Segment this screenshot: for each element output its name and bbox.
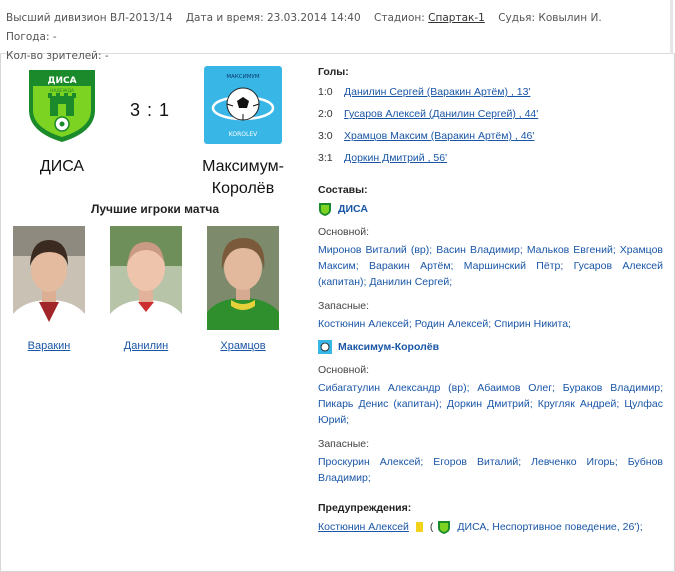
away-team-name[interactable]: Максимум- Королёв (188, 156, 298, 200)
warnings-title: Предупреждения: (318, 502, 412, 514)
disa-logo-text: ДИСА (47, 76, 76, 86)
stadium-label: Стадион: (374, 12, 425, 24)
best-players-title: Лучшие игроки матча (90, 202, 220, 216)
goal-row: 3:1 Доркин Дмитрий , 56' (318, 152, 663, 166)
maximum-mini-logo-icon (318, 340, 332, 354)
goal-scorer-link[interactable]: Данилин Сергей (Варакин Артём) , 13' (344, 86, 530, 98)
yellow-card-icon (415, 522, 423, 532)
referee-label: Судья: Ковылин И. (498, 12, 602, 24)
maximum-logo-icon[interactable]: МАКСИМУМ KOROLEV (204, 66, 282, 144)
home-subs-label: Запасные: (318, 300, 370, 312)
goal-score: 3:1 (318, 152, 333, 164)
warning-detail[interactable]: ДИСА, Неспортивное поведение, 26'); (457, 521, 642, 533)
away-team-name-line2: Королёв (211, 180, 275, 197)
warning-row: Костюнин Алексей ( ДИСА, Неспортивное по… (318, 520, 663, 534)
warning-player-link[interactable]: Костюнин Алексей (318, 521, 409, 533)
away-lineup-header[interactable]: Максимум-Королёв (318, 340, 663, 354)
away-lineup-team-name: Максимум-Королёв (338, 341, 440, 353)
best-player-name-2[interactable]: Данилин (107, 340, 185, 352)
away-team: МАКСИМУМ KOROLEV Максимум- Королёв (188, 66, 298, 200)
stadium-link[interactable]: Спартак-1 (428, 12, 485, 24)
goal-scorer-link[interactable]: Доркин Дмитрий , 56' (344, 152, 447, 164)
goal-score: 2:0 (318, 108, 333, 120)
goal-scorer-link[interactable]: Гусаров Алексей (Данилин Сергей) , 44' (344, 108, 538, 120)
disa-mini-logo-icon (318, 202, 332, 216)
goals-title: Голы: (318, 66, 349, 78)
maximum-logo-bottom: KOROLEV (229, 131, 258, 138)
home-team-name[interactable]: ДИСА (22, 156, 102, 178)
home-main-label: Основной: (318, 226, 370, 238)
match-score: 3 : 1 (129, 100, 171, 120)
best-player-name-3[interactable]: Храмцов (204, 340, 282, 352)
goal-score: 1:0 (318, 86, 333, 98)
weather-label: Погода: - (6, 31, 57, 43)
away-team-name-line1: Максимум- (202, 158, 284, 175)
best-player-3[interactable]: Храмцов (204, 226, 282, 352)
away-main-label: Основной: (318, 364, 370, 376)
player-photo-varakin[interactable] (13, 226, 85, 330)
best-player-1[interactable]: Варакин (10, 226, 88, 352)
home-team: ДИСА НАДЕЖДА ДИСА (22, 66, 102, 178)
away-subs-players[interactable]: Проскурин Алексей; Егоров Виталий; Левче… (318, 454, 663, 486)
goal-score: 3:0 (318, 130, 333, 142)
datetime-label: Дата и время: 23.03.2014 14:40 (185, 12, 361, 24)
goal-row: 1:0 Данилин Сергей (Варакин Артём) , 13' (318, 86, 663, 100)
home-lineup-header[interactable]: ДИСА (318, 202, 663, 216)
disa-logo-subtext: НАДЕЖДА (50, 88, 75, 94)
player-photo-danilin[interactable] (110, 226, 182, 330)
best-player-name-1[interactable]: Варакин (10, 340, 88, 352)
warning-open-paren: ( (429, 521, 434, 533)
division-label: Высший дивизион ВЛ-2013/14 (6, 12, 173, 24)
home-subs-players[interactable]: Костюнин Алексей; Родин Алексей; Спирин … (318, 316, 663, 332)
away-subs-label: Запасные: (318, 438, 370, 450)
scrollbar-edge (670, 0, 673, 54)
disa-logo-icon[interactable]: ДИСА НАДЕЖДА (23, 66, 101, 144)
home-main-players[interactable]: Миронов Виталий (вр); Васин Владимир; Ма… (318, 242, 663, 290)
lineups-title: Составы: (318, 184, 368, 196)
match-info-bar: Высший дивизион ВЛ-2013/14 Дата и время:… (0, 0, 675, 62)
match-details: Голы: 1:0 Данилин Сергей (Варакин Артём) … (318, 66, 663, 534)
disa-mini-logo-icon (437, 520, 451, 534)
goal-row: 3:0 Храмцов Максим (Варакин Артём) , 46' (318, 130, 663, 144)
stadium-field: Стадион: Спартак-1 (374, 12, 485, 24)
maximum-logo-top: МАКСИМУМ (226, 74, 259, 80)
home-lineup-team-name: ДИСА (338, 203, 368, 215)
goal-scorer-link[interactable]: Храмцов Максим (Варакин Артём) , 46' (344, 130, 534, 142)
spectators-label: Кол-во зрителей: - (6, 50, 109, 62)
goal-row: 2:0 Гусаров Алексей (Данилин Сергей) , 44… (318, 108, 663, 122)
best-player-2[interactable]: Данилин (107, 226, 185, 352)
player-photo-khramtsov[interactable] (207, 226, 279, 330)
away-main-players[interactable]: Сибагатулин Александр (вр); Абаимов Олег… (318, 380, 663, 428)
